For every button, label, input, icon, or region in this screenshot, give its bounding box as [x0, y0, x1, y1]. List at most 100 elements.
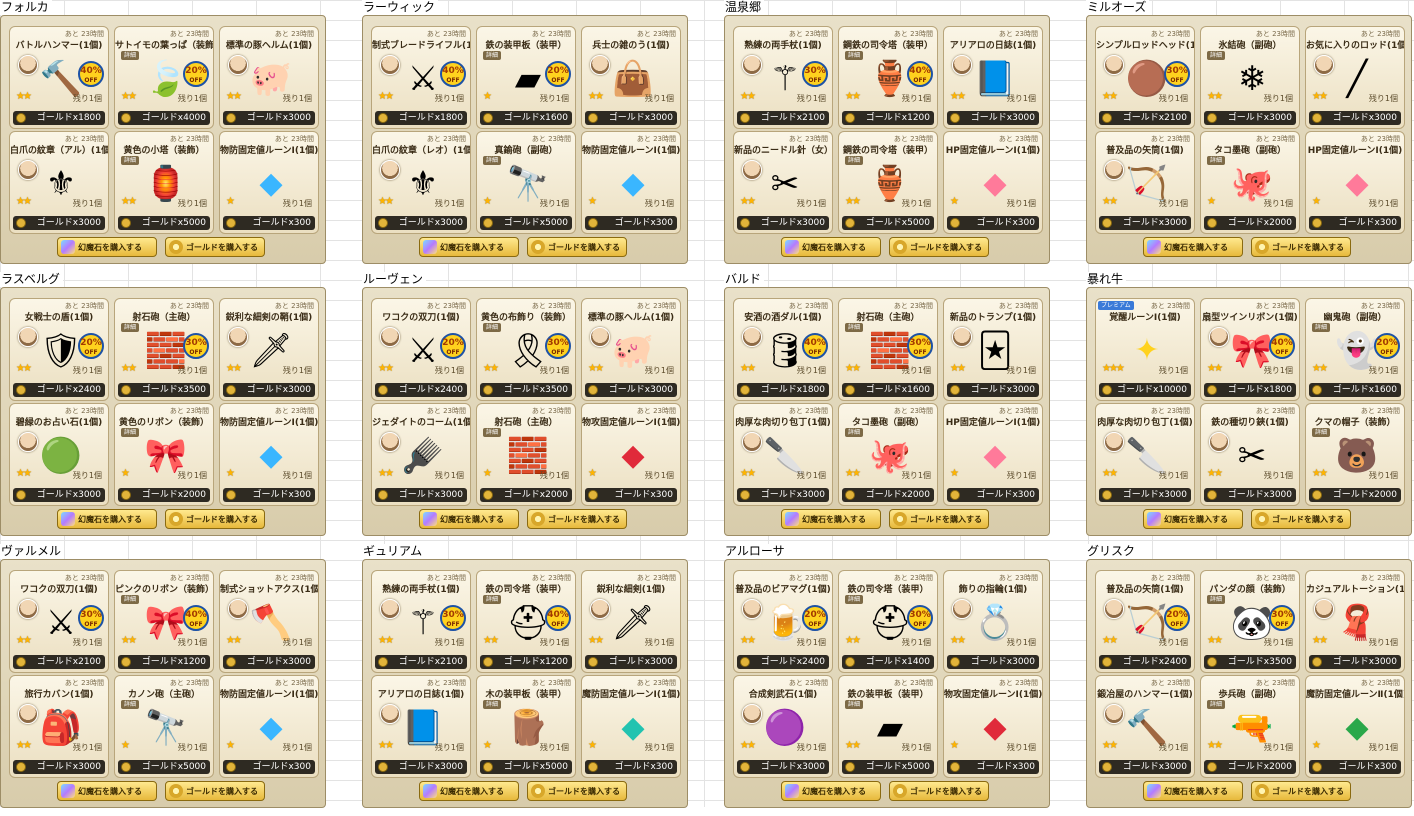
shop-item-card[interactable]: あと 23時間 合成剣武石(1個) 🟣 ★★ 残り1個 ゴールドx3000	[733, 675, 833, 778]
detail-button[interactable]: 詳細	[483, 595, 502, 604]
detail-button[interactable]: 詳細	[483, 51, 502, 60]
price-bar[interactable]: ゴールドx2400	[737, 655, 829, 669]
price-bar[interactable]: ゴールドx2000	[480, 488, 572, 502]
shop-item-card[interactable]: あと 23時間 標準の豚ヘルム(1個) 🐖 ★★ 残り1個 ゴールドx3000	[219, 26, 319, 129]
shop-item-card[interactable]: あと 23時間 肉厚な肉切り包丁(1個) 🔪 ★★ 残り1個 ゴールドx3000	[733, 403, 833, 506]
shop-item-card[interactable]: あと 23時間 鍛冶屋のハンマー(1個) 🔨 ★★ 残り1個 ゴールドx3000	[1095, 675, 1195, 778]
price-bar[interactable]: ゴールドx2400	[13, 383, 105, 397]
price-bar[interactable]: ゴールドx2400	[375, 383, 467, 397]
price-bar[interactable]: ゴールドx300	[585, 488, 677, 502]
price-bar[interactable]: ゴールドx2400	[1099, 655, 1191, 669]
price-bar[interactable]: ゴールドx3000	[737, 760, 829, 774]
shop-item-card[interactable]: あと 23時間 白爪の紋章（アル）(1個) ⚜ ★★ 残り1個 ゴールドx3000	[9, 131, 109, 234]
shop-item-card[interactable]: あと 23時間 鉄の装甲板（装甲） 詳細 ▰ ★★ 残り1個 ゴールドx5000	[838, 675, 938, 778]
buy-magic-stone-button[interactable]: 幻魔石を購入する	[419, 509, 519, 529]
price-bar[interactable]: ゴールドx3000	[947, 383, 1039, 397]
buy-magic-stone-button[interactable]: 幻魔石を購入する	[781, 509, 881, 529]
buy-magic-stone-button[interactable]: 幻魔石を購入する	[781, 237, 881, 257]
buy-magic-stone-button[interactable]: 幻魔石を購入する	[781, 781, 881, 801]
detail-button[interactable]: 詳細	[121, 51, 140, 60]
shop-item-card[interactable]: あと 23時間 兵士の雑のう(1個) 👜 ★★ 残り1個 ゴールドx3000	[581, 26, 681, 129]
price-bar[interactable]: ゴールドx3000	[1309, 111, 1401, 125]
detail-button[interactable]: 詳細	[845, 700, 864, 709]
shop-item-card[interactable]: あと 23時間 物攻固定値ルーンⅠ(1個) ◆ ★ 残り1個 ゴールドx300	[581, 403, 681, 506]
shop-item-card[interactable]: あと 23時間 熟練の両手杖(1個) ⚚ 30% OFF ★★ 残り1個 ゴールドx2100	[371, 570, 471, 673]
shop-item-card[interactable]: あと 23時間 HP固定値ルーンⅠ(1個) ◆ ★ 残り1個 ゴールドx300	[943, 131, 1043, 234]
detail-button[interactable]: 詳細	[483, 323, 502, 332]
shop-item-card[interactable]: あと 23時間 魔防固定値ルーンⅠ(1個) ◆ ★ 残り1個 ゴールドx300	[581, 675, 681, 778]
buy-gold-button[interactable]: ゴールドを購入する	[1251, 781, 1351, 801]
shop-item-card[interactable]: あと 23時間 射石砲（主砲） 詳細 🧱 30% OFF ★★ 残り1個 ゴールドx1600	[838, 298, 938, 401]
shop-item-card[interactable]: あと 23時間 射石砲（主砲） 詳細 🧱 ★ 残り1個 ゴールドx2000	[476, 403, 576, 506]
price-bar[interactable]: ゴールドx300	[947, 216, 1039, 230]
shop-item-card[interactable]: あと 23時間 物防固定値ルーンⅠ(1個) ◆ ★ 残り1個 ゴールドx300	[581, 131, 681, 234]
price-bar[interactable]: ゴールドx2100	[13, 655, 105, 669]
price-bar[interactable]: ゴールドx3000	[375, 216, 467, 230]
shop-item-card[interactable]: あと 23時間 鋼鉄の司令塔（装甲） 詳細 🏺 ★★ 残り1個 ゴールドx5000	[838, 131, 938, 234]
price-bar[interactable]: ゴールドx3000	[1099, 760, 1191, 774]
price-bar[interactable]: ゴールドx1800	[737, 383, 829, 397]
shop-item-card[interactable]: あと 23時間 碧緑のお占い石(1個) 🟢 ★★ 残り1個 ゴールドx3000	[9, 403, 109, 506]
price-bar[interactable]: ゴールドx2000	[1204, 216, 1296, 230]
price-bar[interactable]: ゴールドx1400	[842, 655, 934, 669]
price-bar[interactable]: ゴールドx300	[1309, 216, 1401, 230]
price-bar[interactable]: ゴールドx300	[585, 216, 677, 230]
buy-gold-button[interactable]: ゴールドを購入する	[1251, 509, 1351, 529]
detail-button[interactable]: 詳細	[1207, 595, 1226, 604]
shop-item-card[interactable]: あと 23時間シンプルロッドヘッド(1個)🟤30%OFF★★残り1個ゴールドx2…	[1095, 26, 1195, 129]
buy-magic-stone-button[interactable]: 幻魔石を購入する	[57, 237, 157, 257]
price-bar[interactable]: ゴールドx300	[223, 488, 315, 502]
price-bar[interactable]: ゴールドx5000	[842, 216, 934, 230]
price-bar[interactable]: ゴールドx1800	[1204, 383, 1296, 397]
buy-magic-stone-button[interactable]: 幻魔石を購入する	[419, 237, 519, 257]
shop-item-card[interactable]: あと 23時間 白爪の紋章（レオ）(1個) ⚜ ★★ 残り1個 ゴールドx3000	[371, 131, 471, 234]
detail-button[interactable]: 詳細	[483, 428, 502, 437]
price-bar[interactable]: ゴールドx5000	[480, 216, 572, 230]
buy-gold-button[interactable]: ゴールドを購入する	[165, 509, 265, 529]
detail-button[interactable]: 詳細	[845, 428, 864, 437]
shop-item-card[interactable]: あと 23時間制式ブレードライフル(1個)⚔40%OFF★★残り1個ゴールドx1…	[371, 26, 471, 129]
shop-item-card[interactable]: あと 23時間 ワコクの双刀(1個) ⚔ 20% OFF ★★ 残り1個 ゴールドx2400	[371, 298, 471, 401]
price-bar[interactable]: ゴールドx2000	[1204, 760, 1296, 774]
shop-item-card[interactable]: あと 23時間 黄色の布飾り（装飾） 詳細 🎗 30% OFF ★★ 残り1個 ゴールドx350…	[476, 298, 576, 401]
shop-item-card[interactable]: あと 23時間 鋼鉄の司令塔（装甲） 詳細 🏺 40% OFF ★★ 残り1個 ゴールドx120…	[838, 26, 938, 129]
price-bar[interactable]: ゴールドx3000	[585, 383, 677, 397]
detail-button[interactable]: 詳細	[121, 156, 140, 165]
shop-item-card[interactable]: あと 23時間 安酒の酒ダル(1個) 🛢 40% OFF ★★ 残り1個 ゴールドx1800	[733, 298, 833, 401]
buy-magic-stone-button[interactable]: 幻魔石を購入する	[1143, 237, 1243, 257]
detail-button[interactable]: 詳細	[1207, 156, 1226, 165]
price-bar[interactable]: ゴールドx3000	[223, 111, 315, 125]
buy-gold-button[interactable]: ゴールドを購入する	[527, 509, 627, 529]
shop-item-card[interactable]: あと 23時間 ジェダイトのコーム(1個) 🪮 ★★ 残り1個 ゴールドx3000	[371, 403, 471, 506]
shop-item-card[interactable]: あと 23時間 黄色の小塔（装飾） 詳細 🏮 ★★ 残り1個 ゴールドx5000	[114, 131, 214, 234]
shop-item-card[interactable]: あと 23時間 氷結砲（副砲） 詳細 ❄ ★★ 残り1個 ゴールドx3000	[1200, 26, 1300, 129]
shop-item-card[interactable]: あと 23時間 サトイモの葉っぱ（装飾） 詳細 🍃 20% OFF ★★ 残り1個 ゴールドx4…	[114, 26, 214, 129]
buy-gold-button[interactable]: ゴールドを購入する	[527, 781, 627, 801]
shop-item-card[interactable]: あと 23時間 新品のトランプ(1個) 🃏 ★★ 残り1個 ゴールドx3000	[943, 298, 1043, 401]
shop-item-card[interactable]: あと 23時間 木の装甲板（装甲） 詳細 🪵 ★ 残り1個 ゴールドx5000	[476, 675, 576, 778]
detail-button[interactable]: 詳細	[845, 156, 864, 165]
detail-button[interactable]: 詳細	[121, 323, 140, 332]
price-bar[interactable]: ゴールドx2100	[375, 655, 467, 669]
price-bar[interactable]: ゴールドx3500	[480, 383, 572, 397]
shop-item-card[interactable]: あと 23時間 幽鬼砲（副砲） 詳細 👻 20% OFF ★★ 残り1個 ゴールドx1600	[1305, 298, 1405, 401]
price-bar[interactable]: ゴールドx1600	[1309, 383, 1401, 397]
detail-button[interactable]: 詳細	[845, 51, 864, 60]
buy-gold-button[interactable]: ゴールドを購入する	[1251, 237, 1351, 257]
price-bar[interactable]: ゴールドx3000	[1204, 488, 1296, 502]
detail-button[interactable]: 詳細	[845, 595, 864, 604]
shop-item-card[interactable]: あと 23時間 鉄の司令塔（装甲） 詳細 ⛑ 40% OFF ★★ 残り1個 ゴールドx1200	[476, 570, 576, 673]
price-bar[interactable]: ゴールドx1600	[480, 111, 572, 125]
shop-item-card[interactable]: あと 23時間カジュアルトーション(1個)🧣★★残り1個ゴールドx3000	[1305, 570, 1405, 673]
buy-gold-button[interactable]: ゴールドを購入する	[165, 781, 265, 801]
price-bar[interactable]: ゴールドx3000	[585, 655, 677, 669]
shop-item-card[interactable]: あと 23時間 鉄の種切り鋏(1個) ✂ ★★ 残り1個 ゴールドx3000	[1200, 403, 1300, 506]
shop-item-card[interactable]: あと 23時間 扇型ツインリボン(1個) 🎀 40% OFF ★★ 残り1個 ゴールドx180…	[1200, 298, 1300, 401]
buy-magic-stone-button[interactable]: 幻魔石を購入する	[57, 781, 157, 801]
price-bar[interactable]: ゴールドx3000	[737, 216, 829, 230]
shop-item-card[interactable]: あと 23時間 肉厚な肉切り包丁(1個) 🔪 ★★ 残り1個 ゴールドx3000	[1095, 403, 1195, 506]
price-bar[interactable]: ゴールドx3000	[1309, 655, 1401, 669]
buy-magic-stone-button[interactable]: 幻魔石を購入する	[419, 781, 519, 801]
shop-item-card[interactable]: あと 23時間 ワコクの双刀(1個) ⚔ 30% OFF ★★ 残り1個 ゴールドx2100	[9, 570, 109, 673]
price-bar[interactable]: ゴールドx300	[947, 760, 1039, 774]
